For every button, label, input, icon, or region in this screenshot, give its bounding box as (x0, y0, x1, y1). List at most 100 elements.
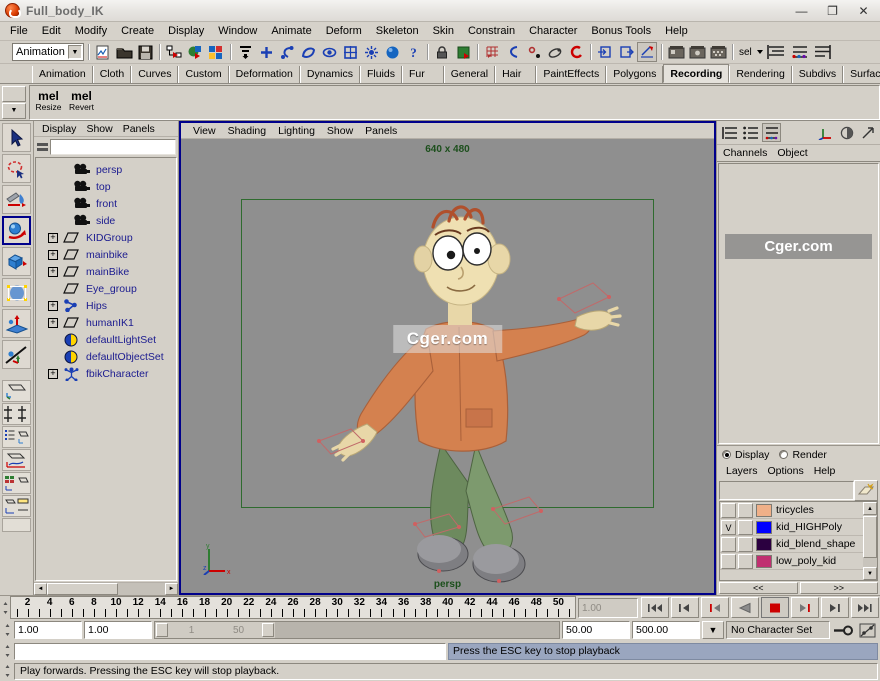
shelf-tab-curves[interactable]: Curves (131, 66, 179, 83)
render-globals-icon[interactable] (708, 42, 728, 62)
misc-mask-icon[interactable] (382, 42, 402, 62)
shelf-tab-custom[interactable]: Custom (178, 66, 229, 83)
rendering-mask-icon[interactable] (361, 42, 381, 62)
outliner-item-mainbike-2[interactable]: + mainBike (36, 263, 176, 280)
snap-point-icon[interactable] (524, 42, 544, 62)
outliner-search-input[interactable] (50, 138, 176, 155)
layer-playback-toggle[interactable] (738, 554, 753, 569)
layer-color-swatch[interactable] (756, 554, 772, 568)
layer-row-kid-highpoly[interactable]: V kid_HIGHPoly (720, 519, 863, 536)
chevron-down-icon[interactable]: ▼ (702, 621, 724, 639)
shelf-tab-recording[interactable]: Recording (663, 64, 730, 83)
shelf-tab-rendering[interactable]: Rendering (729, 66, 792, 83)
go-to-start-button[interactable] (641, 597, 669, 618)
shelf-menu-button[interactable] (2, 85, 26, 102)
expand-icon[interactable]: + (48, 317, 58, 328)
outliner-item-top[interactable]: top (36, 178, 176, 195)
layer-playback-toggle[interactable] (738, 503, 753, 518)
menu-file[interactable]: File (3, 24, 35, 38)
shelf-tab-fluids[interactable]: Fluids (359, 66, 402, 83)
persp-outliner-layout[interactable] (2, 426, 31, 448)
anim-end-time-field[interactable]: 500.00 (632, 621, 700, 639)
paint-select-tool[interactable] (2, 185, 31, 214)
layer-name[interactable]: kid_blend_shape (776, 538, 855, 550)
character-model[interactable] (211, 179, 714, 593)
layer-menu-help[interactable]: Help (809, 465, 841, 477)
layer-page-prev[interactable]: << (719, 582, 798, 594)
playback-end-time-field[interactable]: 50.00 (562, 621, 630, 639)
viewport-menu-shading[interactable]: Shading (222, 125, 273, 137)
layer-color-swatch[interactable] (756, 503, 772, 517)
layer-menu-layers[interactable]: Layers (721, 465, 763, 477)
shelf-tab-cloth[interactable]: Cloth (92, 66, 132, 83)
expand-icon[interactable]: + (48, 232, 58, 243)
shelf-tab-polygons[interactable]: Polygons (606, 66, 664, 83)
move-tool[interactable] (2, 216, 31, 245)
layer-name[interactable]: tricycles (776, 504, 814, 516)
surface-mask-icon[interactable] (298, 42, 318, 62)
channel-box-content[interactable]: Cger.com (718, 163, 879, 444)
expand-icon[interactable]: + (48, 249, 58, 260)
range-slider-handle[interactable]: 1 50 (155, 622, 275, 638)
outliner-item-eye-group[interactable]: Eye_group (36, 280, 176, 297)
range-slider[interactable]: 1 50 (154, 621, 560, 639)
timeline-grip[interactable] (0, 596, 10, 619)
layer-menu-options[interactable]: Options (763, 465, 809, 477)
menu-deform[interactable]: Deform (319, 24, 369, 38)
time-slider[interactable]: 2 4 6 8 10 12 14 16 18 20 22 24 26 28 30 32 34 36 38 40 42 44… (10, 596, 576, 619)
viewport-menu-show[interactable]: Show (321, 125, 359, 137)
menu-create[interactable]: Create (114, 24, 161, 38)
scroll-right-icon[interactable]: ► (165, 583, 178, 595)
outliner-item-defaultobjectset[interactable]: defaultObjectSet (36, 348, 176, 365)
ipr-render-icon[interactable] (687, 42, 707, 62)
scroll-left-icon[interactable]: ◄ (34, 583, 47, 595)
step-back-key-button[interactable] (671, 597, 699, 618)
show-manip-icon[interactable] (765, 42, 788, 62)
layer-playback-toggle[interactable] (738, 537, 753, 552)
save-scene-icon[interactable] (135, 42, 155, 62)
layer-page-next[interactable]: >> (799, 582, 878, 594)
outliner-tree[interactable]: persp top front side + KIDGroup + mainbi… (35, 157, 177, 581)
help-line-grip[interactable] (2, 663, 12, 679)
animation-preferences-icon[interactable] (856, 621, 878, 639)
layer-color-swatch[interactable] (756, 520, 772, 534)
range-slider-left-grip[interactable] (156, 623, 168, 637)
render-radio[interactable] (779, 450, 789, 459)
command-line-grip[interactable] (2, 643, 12, 659)
close-button[interactable]: ✕ (849, 1, 878, 20)
menu-set-selector[interactable]: Animation ▼ (12, 43, 84, 61)
character-set-field[interactable]: No Character Set (726, 621, 830, 639)
layer-name[interactable]: low_poly_kid (776, 555, 836, 567)
layer-row-low-poly-kid[interactable]: low_poly_kid (720, 553, 863, 570)
filter-icon[interactable] (36, 139, 50, 154)
shelf-tab-painteffects[interactable]: PaintEffects (536, 66, 607, 83)
shelf-dropdown-icon[interactable]: ▼ (2, 102, 26, 119)
minimize-button[interactable]: — (787, 1, 816, 20)
universal-manipulator-tool[interactable] (2, 309, 31, 338)
layer-color-swatch[interactable] (756, 537, 772, 551)
shelf-tab-hair[interactable]: Hair (495, 66, 537, 83)
render-current-frame-icon[interactable] (666, 42, 686, 62)
outliner-menu-panels[interactable]: Panels (118, 123, 160, 135)
dim-icon[interactable] (837, 123, 856, 142)
lasso-select-tool[interactable] (2, 154, 31, 183)
shelf-tab-animation[interactable]: Animation (32, 66, 93, 83)
step-forward-frame-button[interactable] (821, 597, 849, 618)
menu-character[interactable]: Character (522, 24, 584, 38)
output-connections-icon[interactable] (616, 42, 636, 62)
menu-animate[interactable]: Animate (264, 24, 318, 38)
menu-edit[interactable]: Edit (35, 24, 68, 38)
persp-hypergraph-layout[interactable] (2, 495, 31, 517)
tab-channels[interactable]: Channels (721, 146, 775, 160)
go-to-end-button[interactable] (851, 597, 879, 618)
layer-name[interactable]: kid_HIGHPoly (776, 521, 842, 533)
menu-skin[interactable]: Skin (426, 24, 461, 38)
menu-display[interactable]: Display (161, 24, 211, 38)
layer-row-kid-blend-shape[interactable]: kid_blend_shape (720, 536, 863, 553)
persp-hypershade-layout[interactable] (2, 472, 31, 494)
snap-live-icon[interactable] (566, 42, 586, 62)
key-icon[interactable] (832, 621, 854, 639)
attribute-editor-toggle-icon[interactable] (811, 42, 834, 62)
snap-view-icon[interactable] (545, 42, 565, 62)
select-tool[interactable] (2, 123, 31, 152)
